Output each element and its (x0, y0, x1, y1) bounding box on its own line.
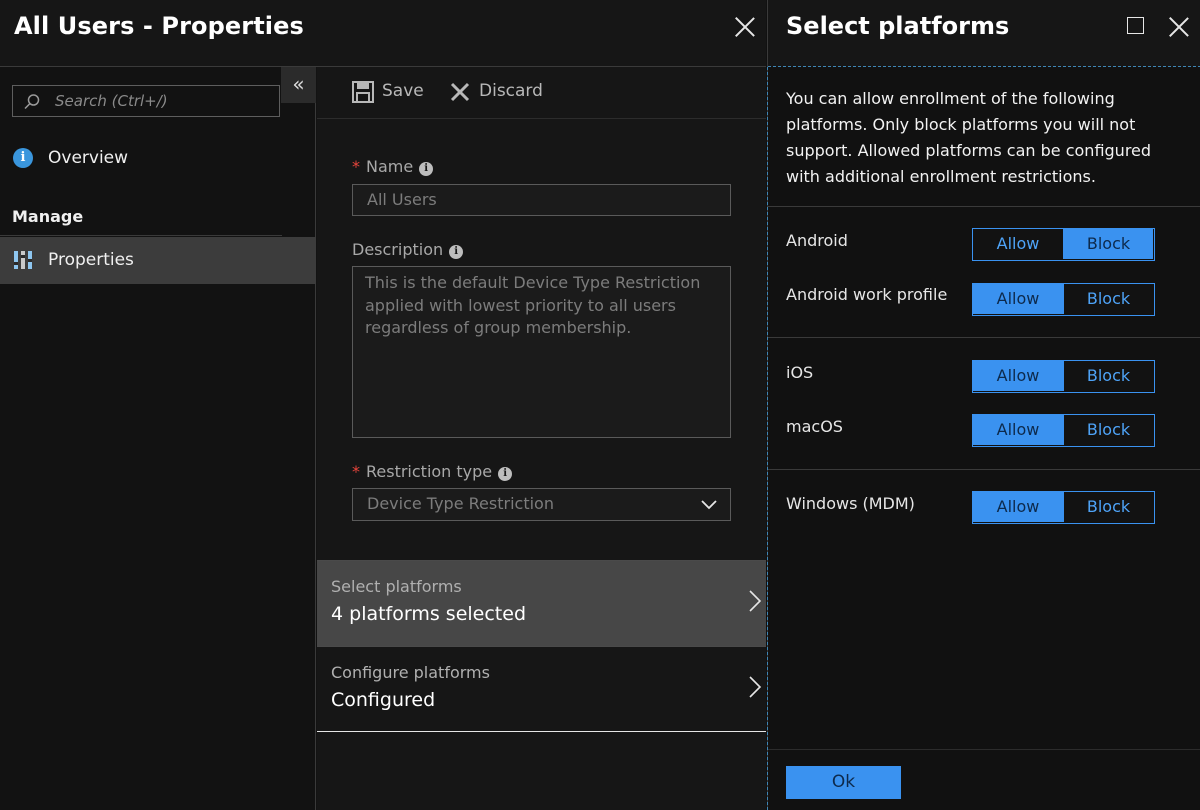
toggle-windows-mdm[interactable]: Allow Block (972, 491, 1155, 524)
properties-form-area: Save Discard * Name i All Users Descriptio… (317, 67, 766, 810)
platform-label-android-work-profile: Android work profile (786, 285, 948, 304)
chevron-right-icon (749, 676, 762, 698)
blade-title: All Users - Properties (14, 12, 304, 40)
close-icon (450, 82, 470, 102)
block-option[interactable]: Block (1063, 361, 1153, 391)
double-chevron-left-icon[interactable]: « (281, 67, 316, 103)
chevron-right-icon (749, 590, 762, 612)
search-input[interactable] (55, 90, 275, 112)
toggle-android[interactable]: Allow Block (972, 228, 1155, 261)
properties-blade-header: All Users - Properties (0, 0, 766, 67)
toggle-android-work-profile[interactable]: Allow Block (972, 283, 1155, 316)
discard-button[interactable]: Discard (450, 79, 550, 107)
sidebar-item-label: Properties (48, 250, 134, 270)
select-platforms-blade: Select platforms You can allow enrollmen… (767, 0, 1200, 810)
sidebar-item-label: Overview (48, 148, 129, 168)
description-label: Description i (352, 240, 464, 259)
required-mark: * (352, 462, 360, 481)
allow-option[interactable]: Allow (973, 284, 1063, 314)
description-field[interactable]: This is the default Device Type Restrict… (352, 266, 731, 438)
chevron-down-icon (701, 500, 717, 510)
select-platforms-value: 4 platforms selected (331, 603, 527, 625)
properties-icon (14, 251, 32, 269)
sidebar-item-overview[interactable]: i Overview (0, 143, 316, 175)
info-icon[interactable]: i (449, 245, 464, 259)
platform-label-windows-mdm: Windows (MDM) (786, 494, 915, 513)
divider (768, 206, 1200, 207)
maximize-icon[interactable] (1127, 17, 1144, 34)
info-icon[interactable]: i (498, 467, 513, 481)
sidebar: « i Overview Manage Properties (0, 67, 316, 810)
divider (0, 235, 282, 236)
save-button[interactable]: Save (352, 79, 424, 107)
configure-platforms-value: Configured (331, 689, 436, 711)
name-label: * Name i (352, 157, 434, 176)
toolbar: Save Discard (317, 67, 766, 119)
search-icon (24, 94, 40, 110)
configure-platforms-label: Configure platforms (331, 663, 490, 682)
close-icon[interactable] (734, 16, 756, 38)
toggle-ios[interactable]: Allow Block (972, 360, 1155, 393)
required-mark: * (352, 157, 360, 176)
block-option[interactable]: Block (1063, 229, 1153, 259)
blade-title: Select platforms (786, 12, 1010, 40)
info-icon: i (13, 148, 33, 168)
block-option[interactable]: Block (1063, 284, 1153, 314)
block-option[interactable]: Block (1063, 492, 1153, 522)
block-option[interactable]: Block (1063, 415, 1153, 445)
allow-option[interactable]: Allow (973, 361, 1063, 391)
divider (768, 337, 1200, 338)
save-icon (352, 81, 374, 103)
platforms-description: You can allow enrollment of the followin… (786, 89, 1152, 186)
name-field[interactable]: All Users (352, 184, 731, 216)
section-heading-manage: Manage (12, 207, 84, 226)
divider (768, 469, 1200, 470)
discard-label: Discard (479, 81, 543, 101)
select-platforms-row[interactable]: Select platforms 4 platforms selected (317, 560, 766, 646)
close-icon[interactable] (1168, 16, 1190, 38)
platform-label-ios: iOS (786, 363, 814, 382)
search-box[interactable] (12, 85, 280, 117)
ok-button[interactable]: Ok (786, 766, 901, 799)
select-platforms-header: Select platforms (768, 0, 1200, 67)
save-label: Save (382, 81, 424, 101)
properties-blade: All Users - Properties « i Overview Mana… (0, 0, 766, 810)
allow-option[interactable]: Allow (973, 492, 1063, 522)
divider (768, 749, 1200, 750)
toggle-macos[interactable]: Allow Block (972, 414, 1155, 447)
restriction-type-label: * Restriction type i (352, 462, 513, 481)
platform-label-macos: macOS (786, 417, 843, 436)
sidebar-item-properties[interactable]: Properties (0, 237, 316, 284)
allow-option[interactable]: Allow (973, 229, 1063, 259)
allow-option[interactable]: Allow (973, 415, 1063, 445)
info-icon[interactable]: i (419, 162, 434, 176)
configure-platforms-row[interactable]: Configure platforms Configured (317, 646, 766, 732)
platform-label-android: Android (786, 231, 848, 250)
divider (767, 67, 768, 810)
restriction-type-dropdown[interactable]: Device Type Restriction (352, 488, 731, 521)
select-platforms-label: Select platforms (331, 577, 462, 596)
